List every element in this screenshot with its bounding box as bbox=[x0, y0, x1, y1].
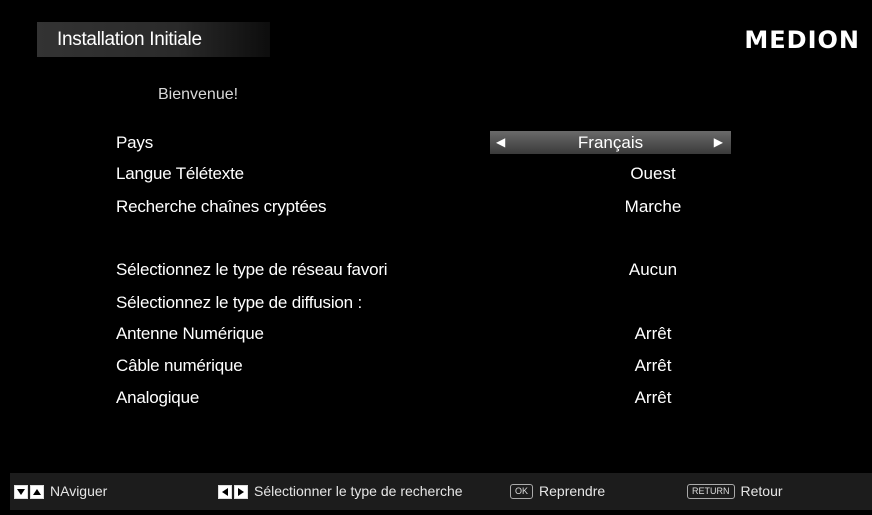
setting-label: Sélectionnez le type de réseau favori bbox=[116, 260, 388, 279]
setting-label: Analogique bbox=[116, 388, 200, 407]
welcome-text: Bienvenue! bbox=[158, 86, 239, 103]
setting-label: Antenne Numérique bbox=[116, 324, 264, 343]
brand-logo: MEDION bbox=[744, 26, 860, 54]
setting-row-teletext-language[interactable]: Langue Télétexte Ouest bbox=[116, 160, 756, 188]
setting-value: Aucun bbox=[628, 260, 678, 279]
setting-row-digital-antenna[interactable]: Antenne Numérique Arrêt bbox=[116, 320, 756, 348]
footer-navigate: NAviguer bbox=[14, 473, 107, 510]
left-key-icon bbox=[218, 484, 232, 499]
setting-row-encrypted-search[interactable]: Recherche chaînes cryptées Marche bbox=[116, 193, 756, 221]
setting-row-digital-cable[interactable]: Câble numérique Arrêt bbox=[116, 352, 756, 380]
footer-back: RETURN Retour bbox=[687, 473, 783, 510]
setting-value: Marche bbox=[624, 197, 682, 216]
setting-row-broadcast-type-heading: Sélectionnez le type de diffusion : bbox=[116, 289, 756, 317]
footer-select-type: Sélectionner le type de recherche bbox=[218, 473, 463, 510]
setting-value: Ouest bbox=[630, 164, 676, 183]
up-key-icon bbox=[30, 484, 44, 499]
setting-label: Sélectionnez le type de diffusion : bbox=[116, 293, 362, 312]
setting-value: Arrêt bbox=[634, 388, 672, 407]
return-key-icon: RETURN bbox=[687, 484, 735, 499]
setting-value: Arrêt bbox=[634, 324, 672, 343]
down-key-icon bbox=[14, 484, 28, 499]
right-key-icon bbox=[234, 484, 248, 499]
setting-label: Câble numérique bbox=[116, 356, 243, 375]
footer-select-type-label: Sélectionner le type de recherche bbox=[254, 483, 463, 499]
footer-resume-label: Reprendre bbox=[539, 483, 606, 499]
ok-key-icon: OK bbox=[510, 484, 534, 499]
footer-back-label: Retour bbox=[740, 483, 783, 499]
setting-row-favorite-network[interactable]: Sélectionnez le type de réseau favori Au… bbox=[116, 256, 756, 284]
setting-row-analog[interactable]: Analogique Arrêt bbox=[116, 384, 756, 412]
footer-navigate-label: NAviguer bbox=[50, 483, 108, 499]
setting-label: Langue Télétexte bbox=[116, 164, 244, 183]
menu-title: Installation Initiale bbox=[37, 22, 270, 57]
footer-bar: NAviguer Sélectionner le type de recherc… bbox=[10, 473, 872, 510]
setting-label: Pays bbox=[116, 133, 153, 152]
tv-menu-screen: Installation Initiale MEDION Bienvenue! … bbox=[10, 12, 872, 510]
footer-resume: OK Reprendre bbox=[510, 473, 605, 510]
setting-label: Recherche chaînes cryptées bbox=[116, 197, 327, 216]
setting-row-country[interactable]: Pays bbox=[116, 129, 756, 157]
setting-value: Arrêt bbox=[634, 356, 672, 375]
